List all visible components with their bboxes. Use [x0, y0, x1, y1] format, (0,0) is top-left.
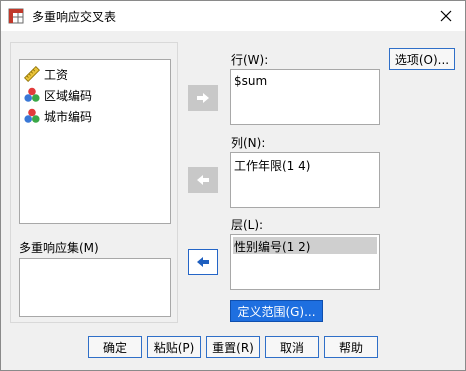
ok-button[interactable]: 确定 [88, 336, 142, 358]
columns-list[interactable]: 工作年限(1 4) [230, 152, 380, 208]
variable-label: 区域编码 [44, 88, 93, 103]
variable-item[interactable]: 城市编码 [24, 106, 92, 126]
columns-label: 列(N): [231, 136, 266, 150]
mr-sets-list[interactable] [19, 258, 171, 317]
variable-item[interactable]: 工资 [24, 64, 68, 84]
nominal-balls-icon [24, 108, 40, 123]
dialog-window: 多重响应交叉表 工资 区域编码 城市编码 多重响应集(M) 行(W): $sum… [0, 0, 466, 371]
reset-button[interactable]: 重置(R) [206, 336, 260, 358]
move-to-layers-button[interactable] [188, 249, 218, 275]
variable-list[interactable]: 工资 区域编码 城市编码 [19, 59, 171, 224]
move-to-rows-button[interactable] [188, 85, 218, 111]
move-to-columns-button[interactable] [188, 167, 218, 193]
layers-label: 层(L): [231, 218, 264, 232]
options-button[interactable]: 选项(O)... [389, 48, 455, 70]
close-button[interactable] [427, 1, 465, 31]
columns-item[interactable]: 工作年限(1 4) [234, 157, 310, 174]
window-title: 多重响应交叉表 [32, 10, 117, 24]
layers-item[interactable]: 性别编号(1 2) [234, 238, 310, 255]
scale-ruler-icon [24, 66, 40, 82]
layers-list[interactable]: 性别编号(1 2) [230, 234, 380, 290]
rows-label: 行(W): [231, 53, 269, 67]
arrow-left-icon [197, 175, 209, 185]
help-button[interactable]: 帮助 [324, 336, 378, 358]
crosstab-app-icon [8, 8, 24, 24]
title-bar: 多重响应交叉表 [1, 1, 465, 31]
arrow-right-icon [197, 93, 209, 103]
define-range-button[interactable]: 定义范围(G)... [230, 300, 323, 322]
variable-label: 城市编码 [44, 109, 93, 124]
variable-item[interactable]: 区域编码 [24, 85, 92, 105]
left-panel: 工资 区域编码 城市编码 多重响应集(M) [10, 42, 178, 323]
close-icon [440, 10, 452, 22]
paste-button[interactable]: 粘贴(P) [147, 336, 201, 358]
variable-label: 工资 [44, 67, 69, 82]
cancel-button[interactable]: 取消 [265, 336, 319, 358]
rows-list[interactable]: $sum [230, 69, 380, 125]
rows-item[interactable]: $sum [234, 74, 267, 88]
nominal-balls-icon [24, 87, 40, 102]
arrow-left-icon [197, 257, 209, 267]
mr-sets-label: 多重响应集(M) [19, 241, 99, 255]
